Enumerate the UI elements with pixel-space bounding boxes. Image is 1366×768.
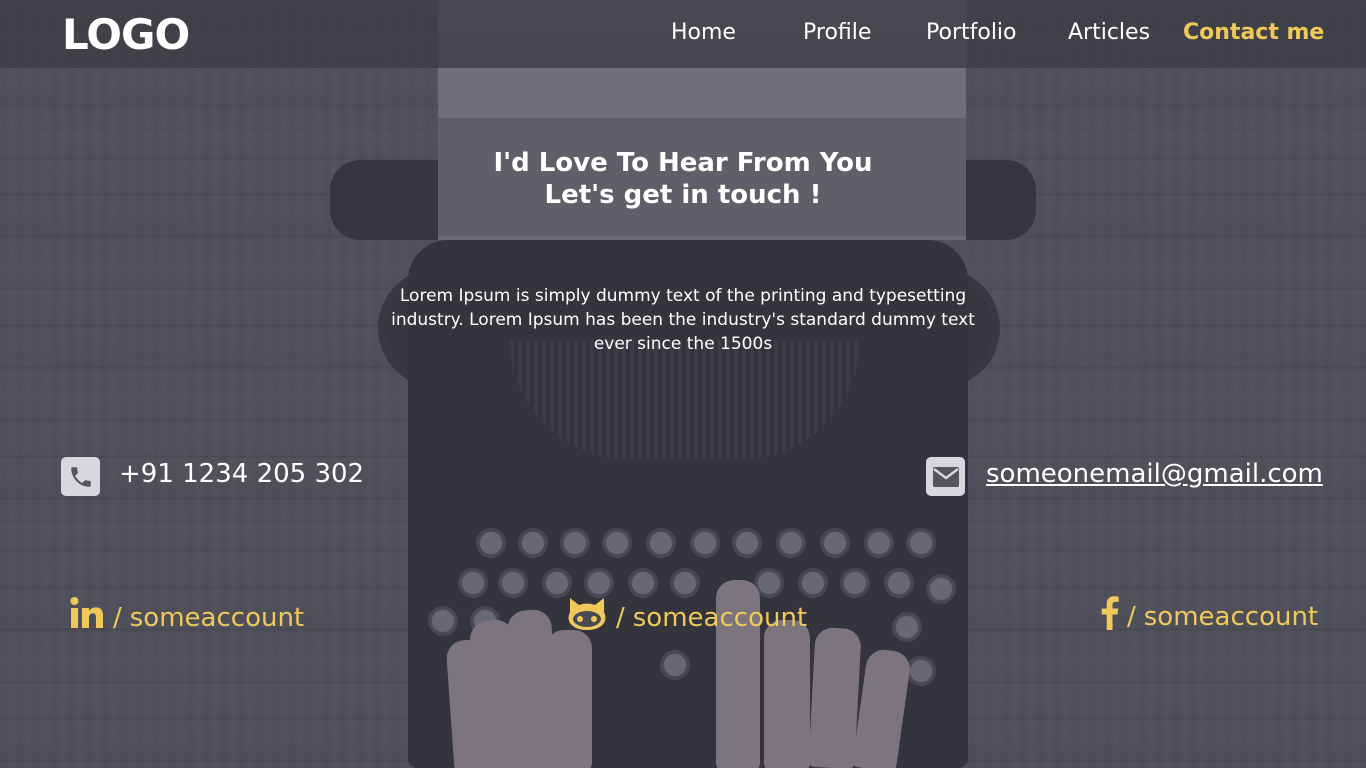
social-separator: / [616,602,625,633]
nav-portfolio-link[interactable]: Portfolio [926,20,1017,45]
phone-number[interactable]: +91 1234 205 302 [119,459,364,489]
page-title: I'd Love To Hear From You Let's get in t… [383,147,983,211]
title-line-2: Let's get in touch ! [544,180,822,210]
nav-contact-link[interactable]: Contact me [1183,20,1324,45]
email-link[interactable]: someonemail@gmail.com [986,459,1323,489]
social-separator: / [113,602,122,633]
linkedin-icon [69,596,105,639]
nav-menu: Home Profile Portfolio Articles Contact … [0,20,1366,52]
title-line-1: I'd Love To Hear From You [493,148,873,178]
social-separator: / [1127,601,1136,632]
background-image [0,0,1366,768]
nav-articles-link[interactable]: Articles [1068,20,1150,45]
nav-home-link[interactable]: Home [671,20,736,45]
mail-icon [926,457,965,496]
linkedin-handle[interactable]: someaccount [130,603,304,633]
github-handle[interactable]: someaccount [633,603,807,633]
phone-icon [61,457,100,496]
nav-profile-link[interactable]: Profile [803,20,871,45]
facebook-handle[interactable]: someaccount [1144,602,1318,632]
github-icon [566,596,608,639]
navbar: LOGO Home Profile Portfolio Articles Con… [0,0,1366,68]
intro-paragraph: Lorem Ipsum is simply dummy text of the … [391,286,975,354]
social-facebook[interactable]: / someaccount [1101,596,1318,637]
social-github[interactable]: / someaccount [566,596,807,639]
facebook-icon [1101,596,1119,637]
social-linkedin[interactable]: / someaccount [69,596,304,639]
